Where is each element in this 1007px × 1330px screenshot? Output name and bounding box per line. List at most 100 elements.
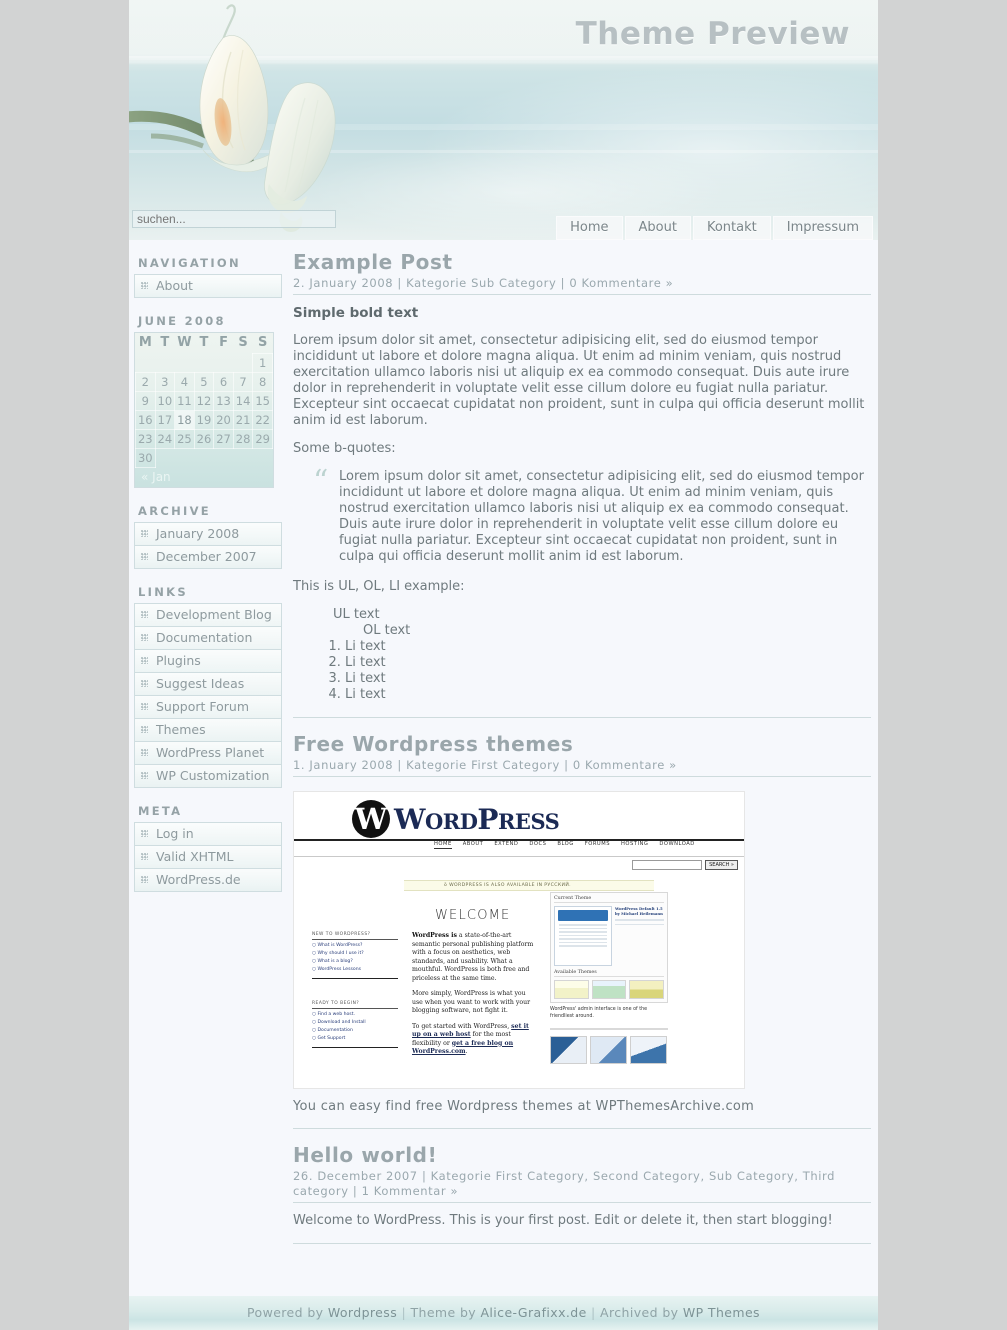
calendar-empty-cell	[253, 449, 273, 468]
calendar-weekday: S	[238, 335, 248, 351]
sidebar-item-meta-0[interactable]: Log in	[135, 823, 281, 845]
screenshot-left-column: NEW TO WORDPRESS? ○ What is WordPress? ○ …	[312, 932, 398, 1048]
page-title: Hello world!	[293, 1143, 438, 1167]
footer-link-theme-author[interactable]: Alice-Grafixx.de	[480, 1305, 586, 1320]
post-example-post: Example Post 2. January 2008 | Kategorie…	[293, 240, 871, 718]
calendar-day: 25	[174, 429, 195, 449]
calendar-day: 19	[193, 410, 215, 430]
calendar-day: 17	[154, 410, 176, 430]
calendar-prev-link[interactable]: « Jan	[141, 470, 171, 484]
calendar-day: 20	[213, 410, 234, 430]
calendar-day: 2	[135, 372, 156, 392]
sidebar-item-link-2[interactable]: Plugins	[135, 650, 281, 672]
nav-item-home[interactable]: Home	[556, 216, 623, 240]
post-caption: You can easy find free Wordpress themes …	[293, 1099, 755, 1114]
sidebar-list-navigation: About	[134, 274, 282, 298]
post-divider	[293, 1128, 871, 1129]
sidebar-item-link-1[interactable]: Documentation	[135, 627, 281, 649]
footer-separator: |	[401, 1305, 407, 1320]
grid-dots-icon	[141, 876, 148, 883]
screenshot-left-link: ○ What is WordPress?	[312, 943, 363, 948]
grid-dots-icon	[141, 749, 148, 756]
grid-dots-icon	[141, 611, 148, 618]
screenshot-left-link: ○ Find a web host.	[312, 1012, 355, 1017]
grid-dots-icon	[141, 726, 148, 733]
grid-dots-icon	[141, 282, 148, 289]
nav-item-impressum[interactable]: Impressum	[772, 216, 873, 240]
sidebar-item-link-5[interactable]: Themes	[135, 719, 281, 741]
calendar-weekday-row: M T W T F S S	[136, 333, 273, 354]
list-item: Li text	[345, 687, 871, 703]
sidebar-item-meta-2[interactable]: WordPress.de	[135, 869, 281, 891]
sidebar-item-meta-1[interactable]: Valid XHTML	[135, 846, 281, 868]
calendar-day-today: 18	[174, 410, 195, 430]
list-item: Documentation	[135, 627, 281, 650]
sidebar-item-link-7[interactable]: WP Customization	[135, 765, 281, 787]
sidebar-item-about[interactable]: About	[135, 275, 281, 297]
calendar-day: 16	[135, 410, 156, 430]
sidebar-item-link-0[interactable]: Development Blog	[135, 604, 281, 626]
calendar-empty-cell	[194, 354, 214, 373]
sidebar-item-label: Support Forum	[156, 699, 250, 714]
list-item: About	[135, 275, 281, 298]
list-item: Valid XHTML	[135, 846, 281, 869]
calendar-day: 9	[135, 391, 156, 411]
calendar-week-row: 23 24 25 26 27 28 29	[135, 429, 273, 449]
calendar-prev-month[interactable]: « Jan	[135, 468, 273, 487]
calendar-weekday: S	[258, 335, 268, 350]
search-input[interactable]	[132, 210, 336, 228]
calendar-day: 28	[232, 429, 254, 449]
sidebar-item-link-6[interactable]: WordPress Planet	[135, 742, 281, 764]
footer-link-archiver[interactable]: WP Themes	[683, 1305, 760, 1320]
screenshot-theme-line	[559, 945, 607, 947]
calendar-day: 12	[193, 391, 215, 411]
screenshot-swatch	[629, 980, 665, 999]
screenshot-thumbnails	[550, 1036, 668, 1064]
sidebar-item-label: About	[156, 278, 193, 293]
nested-list: OL text	[363, 623, 871, 639]
list-item: Li text	[345, 655, 871, 671]
ordered-list: Li textLi textLi textLi text	[323, 639, 871, 703]
screenshot-welcome-heading: WELCOME	[435, 908, 511, 923]
calendar-week-row: 9 10 11 12 13 14 15	[135, 391, 273, 411]
footer-theme-label: Theme by	[410, 1305, 477, 1320]
nav-item-about[interactable]: About	[624, 216, 691, 240]
calendar-day: 10	[154, 391, 176, 411]
sidebar-item-label: Valid XHTML	[156, 849, 234, 864]
screenshot-theme-swatches	[554, 980, 665, 999]
calendar-weekday: F	[219, 335, 228, 351]
sidebar-item-label: January 2008	[156, 526, 240, 541]
sidebar-item-link-4[interactable]: Support Forum	[135, 696, 281, 718]
list-item: January 2008	[135, 523, 281, 546]
nav-item-kontakt[interactable]: Kontakt	[692, 216, 771, 240]
calendar-day: 21	[232, 410, 254, 430]
screenshot-swatch	[591, 980, 627, 999]
quote-intro: Some b-quotes:	[293, 441, 396, 456]
calendar-week-row: 16 17 18 19 20 21 22	[135, 410, 273, 430]
screenshot-nav-item: HOSTING	[621, 841, 649, 847]
screenshot-nav-item: DOCS	[529, 841, 547, 847]
calendar-day: 24	[154, 429, 176, 449]
calendar-day: 6	[213, 372, 234, 392]
sidebar-item-archive-1[interactable]: December 2007	[135, 546, 281, 568]
wordpress-wordmark: WORDPRESS	[394, 803, 560, 836]
calendar-week-row: 1	[136, 353, 273, 373]
list-item: December 2007	[135, 546, 281, 569]
screenshot-panel-heading-current: Current Theme	[554, 896, 664, 903]
calendar-day: 14	[232, 391, 254, 411]
calendar-day: 8	[252, 372, 273, 392]
footer-link-wordpress[interactable]: Wordpress	[328, 1305, 397, 1320]
sidebar-item-archive-0[interactable]: January 2008	[135, 523, 281, 545]
sidebar-item-label: Plugins	[156, 653, 201, 668]
sidebar: NAVIGATION About JUNE 2008 M T W T F S S…	[134, 240, 282, 892]
calendar-weekday: T	[160, 335, 170, 351]
screenshot-theme-panel: Current Theme WordPress Default 1.5 by M…	[550, 892, 668, 1003]
calendar-day: 15	[252, 391, 273, 411]
sidebar-item-link-3[interactable]: Suggest Ideas	[135, 673, 281, 695]
screenshot-left-link: ○ What is a blog?	[312, 959, 353, 964]
screenshot-left-links-2: ○ Find a web host. ○ Download and Install…	[312, 1012, 398, 1041]
screenshot-right-column: Current Theme WordPress Default 1.5 by M…	[550, 892, 668, 1064]
grid-dots-icon	[141, 830, 148, 837]
screenshot-left-heading-1: NEW TO WORDPRESS?	[312, 932, 398, 940]
calendar-empty-cell	[194, 449, 214, 468]
